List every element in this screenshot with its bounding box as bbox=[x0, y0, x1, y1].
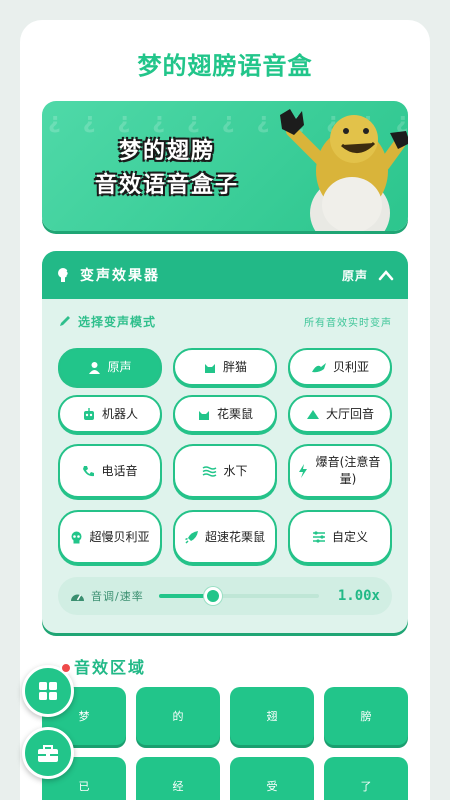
banner: ¿¿¿¿¿¿¿¿¿¿¿¿¿¿¿¿¿¿¿¿¿¿¿¿¿¿¿¿¿¿¿¿ 梦的翅膀 音效… bbox=[42, 101, 408, 231]
water-icon bbox=[203, 466, 217, 477]
pitch-value: 1.00x bbox=[337, 588, 380, 604]
mode-label: 电话音 bbox=[101, 463, 138, 478]
mode-label: 超慢贝利亚 bbox=[89, 529, 150, 544]
notification-badge bbox=[60, 662, 72, 674]
sound-button[interactable]: 受 bbox=[230, 757, 314, 800]
mode-button-distortion[interactable]: 爆音(注意音量) bbox=[288, 444, 392, 498]
voice-changer-title: 变声效果器 bbox=[80, 268, 160, 284]
sound-button[interactable]: 经 bbox=[136, 757, 220, 800]
mode-select-row: 选择变声模式 所有音效实时变声 bbox=[42, 299, 408, 343]
sound-grid: 梦的翅膀已经受了 bbox=[42, 687, 408, 800]
mode-button-underwater[interactable]: 水下 bbox=[173, 444, 277, 498]
realtime-hint: 所有音效实时变声 bbox=[304, 317, 392, 329]
pitch-slider-handle[interactable] bbox=[204, 587, 223, 605]
phone-icon bbox=[83, 465, 95, 476]
mode-label: 花栗鼠 bbox=[216, 406, 253, 421]
pitch-slider[interactable] bbox=[159, 587, 319, 605]
mode-label: 贝利亚 bbox=[332, 359, 369, 374]
person-icon bbox=[89, 361, 101, 374]
robot-icon bbox=[83, 407, 94, 420]
sliders-icon bbox=[312, 531, 325, 543]
sound-button[interactable]: 的 bbox=[136, 687, 220, 745]
mode-button-slow-belial[interactable]: 超慢贝利亚 bbox=[58, 510, 162, 564]
grid-icon bbox=[39, 682, 57, 700]
mode-label: 大厅回音 bbox=[325, 406, 374, 421]
rocket-icon bbox=[185, 531, 198, 544]
pencil-icon bbox=[60, 316, 70, 326]
mode-button-original[interactable]: 原声 bbox=[58, 348, 162, 386]
voice-icon bbox=[58, 268, 70, 282]
banner-text: 梦的翅膀 音效语音盒子 bbox=[72, 135, 262, 203]
paw-icon bbox=[198, 410, 209, 420]
pitch-control: 音调/速率 1.00x bbox=[58, 577, 392, 615]
mountain-icon bbox=[306, 410, 319, 419]
toolbox-icon bbox=[38, 745, 58, 762]
mode-label: 胖猫 bbox=[222, 359, 247, 374]
cat-icon bbox=[204, 363, 215, 373]
mode-label: 水下 bbox=[223, 463, 248, 478]
voice-changer-header[interactable]: 变声效果器 原声 bbox=[42, 251, 408, 299]
mode-label: 机器人 bbox=[101, 406, 138, 421]
app-title: 梦的翅膀语音盒 bbox=[137, 51, 313, 80]
toolbox-button[interactable] bbox=[22, 727, 74, 779]
mode-button-robot[interactable]: 机器人 bbox=[58, 395, 162, 433]
sound-button[interactable]: 膀 bbox=[324, 687, 408, 745]
mode-label: 爆音(注意音量) bbox=[315, 455, 381, 486]
mode-button-chipmunk[interactable]: 花栗鼠 bbox=[173, 395, 277, 433]
speedometer-icon bbox=[71, 594, 84, 601]
sound-button[interactable]: 了 bbox=[324, 757, 408, 800]
mode-button-fat-cat[interactable]: 胖猫 bbox=[173, 348, 277, 386]
mode-button-custom[interactable]: 自定义 bbox=[288, 510, 392, 564]
mode-select-label: 选择变声模式 bbox=[78, 314, 157, 329]
mode-button-telephone[interactable]: 电话音 bbox=[58, 444, 162, 498]
sound-button[interactable]: 翅 bbox=[230, 687, 314, 745]
mode-button-hall-echo[interactable]: 大厅回音 bbox=[288, 395, 392, 433]
skull-icon bbox=[71, 531, 82, 543]
bolt-icon bbox=[299, 464, 307, 478]
current-mode-label: 原声 bbox=[341, 268, 368, 283]
dragon-icon bbox=[311, 362, 326, 372]
mode-label: 超速花栗鼠 bbox=[204, 529, 265, 544]
mode-label: 原声 bbox=[107, 359, 132, 374]
mode-label: 自定义 bbox=[331, 529, 368, 544]
pitch-label: 音调/速率 bbox=[91, 590, 144, 603]
mode-grid: 原声 胖猫 贝利亚 机器人 花栗鼠 大厅回音 电话音 水下 爆音(注意音量) 超… bbox=[58, 348, 392, 564]
mode-button-fast-chipmunk[interactable]: 超速花栗鼠 bbox=[173, 510, 277, 564]
mascot-image bbox=[280, 109, 408, 231]
banner-line1: 梦的翅膀 bbox=[118, 139, 215, 164]
voice-changer-panel: 变声效果器 原声 选择变声模式 所有音效实时变声 原声 胖猫 贝利亚 机器人 花… bbox=[42, 251, 408, 633]
chevron-up-icon[interactable] bbox=[378, 269, 394, 281]
mode-button-belial[interactable]: 贝利亚 bbox=[288, 348, 392, 386]
sound-area-title: 音效区域 bbox=[74, 658, 147, 677]
banner-line2: 音效语音盒子 bbox=[94, 173, 239, 198]
